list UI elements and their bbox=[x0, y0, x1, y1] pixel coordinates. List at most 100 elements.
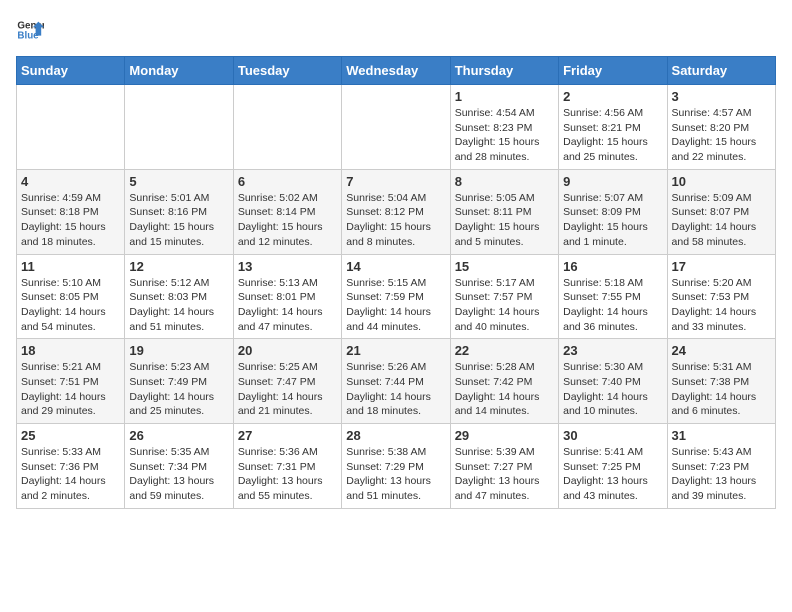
day-info: Sunrise: 5:12 AM Sunset: 8:03 PM Dayligh… bbox=[129, 276, 228, 335]
calendar-cell: 16 Sunrise: 5:18 AM Sunset: 7:55 PM Dayli… bbox=[559, 254, 667, 339]
calendar-cell: 2 Sunrise: 4:56 AM Sunset: 8:21 PM Daylig… bbox=[559, 85, 667, 170]
day-number: 31 bbox=[672, 428, 771, 443]
calendar-cell: 11 Sunrise: 5:10 AM Sunset: 8:05 PM Dayli… bbox=[17, 254, 125, 339]
day-number: 22 bbox=[455, 343, 554, 358]
calendar-cell: 4 Sunrise: 4:59 AM Sunset: 8:18 PM Daylig… bbox=[17, 169, 125, 254]
day-number: 25 bbox=[21, 428, 120, 443]
calendar-cell: 1Sunrise: 4:54 AM Sunset: 8:23 PM Daylig… bbox=[450, 85, 558, 170]
calendar-cell bbox=[233, 85, 341, 170]
day-number: 5 bbox=[129, 174, 228, 189]
day-number: 7 bbox=[346, 174, 445, 189]
day-info: Sunrise: 5:01 AM Sunset: 8:16 PM Dayligh… bbox=[129, 191, 228, 250]
week-row-4: 18Sunrise: 5:21 AM Sunset: 7:51 PM Dayli… bbox=[17, 339, 776, 424]
calendar-cell: 20 Sunrise: 5:25 AM Sunset: 7:47 PM Dayli… bbox=[233, 339, 341, 424]
day-number: 2 bbox=[563, 89, 662, 104]
day-number: 23 bbox=[563, 343, 662, 358]
calendar-cell: 13Sunrise: 5:13 AM Sunset: 8:01 PM Dayli… bbox=[233, 254, 341, 339]
week-row-3: 11 Sunrise: 5:10 AM Sunset: 8:05 PM Dayli… bbox=[17, 254, 776, 339]
day-info: Sunrise: 5:26 AM Sunset: 7:44 PM Dayligh… bbox=[346, 360, 445, 419]
day-info: Sunrise: 5:28 AM Sunset: 7:42 PM Dayligh… bbox=[455, 360, 554, 419]
day-info: Sunrise: 4:59 AM Sunset: 8:18 PM Dayligh… bbox=[21, 191, 120, 250]
week-row-5: 25 Sunrise: 5:33 AM Sunset: 7:36 PM Dayli… bbox=[17, 424, 776, 509]
calendar-cell: 5 Sunrise: 5:01 AM Sunset: 8:16 PM Daylig… bbox=[125, 169, 233, 254]
calendar-cell: 30 Sunrise: 5:41 AM Sunset: 7:25 PM Dayli… bbox=[559, 424, 667, 509]
day-number: 12 bbox=[129, 259, 228, 274]
calendar-cell: 31 Sunrise: 5:43 AM Sunset: 7:23 PM Dayli… bbox=[667, 424, 775, 509]
calendar-cell: 17 Sunrise: 5:20 AM Sunset: 7:53 PM Dayli… bbox=[667, 254, 775, 339]
day-info: Sunrise: 5:41 AM Sunset: 7:25 PM Dayligh… bbox=[563, 445, 662, 504]
day-number: 16 bbox=[563, 259, 662, 274]
calendar-cell: 3 Sunrise: 4:57 AM Sunset: 8:20 PM Daylig… bbox=[667, 85, 775, 170]
day-info: Sunrise: 5:18 AM Sunset: 7:55 PM Dayligh… bbox=[563, 276, 662, 335]
calendar-cell: 22 Sunrise: 5:28 AM Sunset: 7:42 PM Dayli… bbox=[450, 339, 558, 424]
day-info: Sunrise: 5:05 AM Sunset: 8:11 PM Dayligh… bbox=[455, 191, 554, 250]
day-info: Sunrise: 5:20 AM Sunset: 7:53 PM Dayligh… bbox=[672, 276, 771, 335]
day-number: 26 bbox=[129, 428, 228, 443]
day-info: Sunrise: 5:21 AM Sunset: 7:51 PM Dayligh… bbox=[21, 360, 120, 419]
calendar-cell: 6 Sunrise: 5:02 AM Sunset: 8:14 PM Daylig… bbox=[233, 169, 341, 254]
day-info: Sunrise: 4:54 AM Sunset: 8:23 PM Dayligh… bbox=[455, 106, 554, 165]
calendar-header: SundayMondayTuesdayWednesdayThursdayFrid… bbox=[17, 57, 776, 85]
calendar-cell bbox=[17, 85, 125, 170]
day-number: 9 bbox=[563, 174, 662, 189]
day-header-friday: Friday bbox=[559, 57, 667, 85]
day-info: Sunrise: 5:43 AM Sunset: 7:23 PM Dayligh… bbox=[672, 445, 771, 504]
day-header-thursday: Thursday bbox=[450, 57, 558, 85]
calendar-cell: 12 Sunrise: 5:12 AM Sunset: 8:03 PM Dayli… bbox=[125, 254, 233, 339]
logo-icon: General Blue bbox=[16, 16, 44, 44]
day-header-monday: Monday bbox=[125, 57, 233, 85]
day-info: Sunrise: 5:31 AM Sunset: 7:38 PM Dayligh… bbox=[672, 360, 771, 419]
day-info: Sunrise: 5:09 AM Sunset: 8:07 PM Dayligh… bbox=[672, 191, 771, 250]
day-number: 20 bbox=[238, 343, 337, 358]
day-info: Sunrise: 5:17 AM Sunset: 7:57 PM Dayligh… bbox=[455, 276, 554, 335]
day-number: 17 bbox=[672, 259, 771, 274]
day-number: 8 bbox=[455, 174, 554, 189]
calendar-table: SundayMondayTuesdayWednesdayThursdayFrid… bbox=[16, 56, 776, 509]
calendar-cell: 24 Sunrise: 5:31 AM Sunset: 7:38 PM Dayli… bbox=[667, 339, 775, 424]
day-number: 11 bbox=[21, 259, 120, 274]
calendar-cell bbox=[342, 85, 450, 170]
day-info: Sunrise: 5:25 AM Sunset: 7:47 PM Dayligh… bbox=[238, 360, 337, 419]
day-number: 15 bbox=[455, 259, 554, 274]
day-number: 4 bbox=[21, 174, 120, 189]
day-number: 30 bbox=[563, 428, 662, 443]
day-info: Sunrise: 5:33 AM Sunset: 7:36 PM Dayligh… bbox=[21, 445, 120, 504]
day-number: 10 bbox=[672, 174, 771, 189]
day-info: Sunrise: 5:36 AM Sunset: 7:31 PM Dayligh… bbox=[238, 445, 337, 504]
calendar-cell: 8 Sunrise: 5:05 AM Sunset: 8:11 PM Daylig… bbox=[450, 169, 558, 254]
day-number: 24 bbox=[672, 343, 771, 358]
calendar-cell: 21Sunrise: 5:26 AM Sunset: 7:44 PM Dayli… bbox=[342, 339, 450, 424]
day-header-sunday: Sunday bbox=[17, 57, 125, 85]
day-number: 3 bbox=[672, 89, 771, 104]
day-info: Sunrise: 5:07 AM Sunset: 8:09 PM Dayligh… bbox=[563, 191, 662, 250]
header: General Blue bbox=[16, 16, 776, 44]
calendar-cell: 29Sunrise: 5:39 AM Sunset: 7:27 PM Dayli… bbox=[450, 424, 558, 509]
day-header-saturday: Saturday bbox=[667, 57, 775, 85]
calendar-cell: 19Sunrise: 5:23 AM Sunset: 7:49 PM Dayli… bbox=[125, 339, 233, 424]
calendar-cell: 25 Sunrise: 5:33 AM Sunset: 7:36 PM Dayli… bbox=[17, 424, 125, 509]
calendar-cell: 9 Sunrise: 5:07 AM Sunset: 8:09 PM Daylig… bbox=[559, 169, 667, 254]
calendar-cell bbox=[125, 85, 233, 170]
day-info: Sunrise: 5:02 AM Sunset: 8:14 PM Dayligh… bbox=[238, 191, 337, 250]
day-info: Sunrise: 5:13 AM Sunset: 8:01 PM Dayligh… bbox=[238, 276, 337, 335]
day-header-tuesday: Tuesday bbox=[233, 57, 341, 85]
day-number: 27 bbox=[238, 428, 337, 443]
day-header-wednesday: Wednesday bbox=[342, 57, 450, 85]
calendar-cell: 27 Sunrise: 5:36 AM Sunset: 7:31 PM Dayli… bbox=[233, 424, 341, 509]
week-row-2: 4 Sunrise: 4:59 AM Sunset: 8:18 PM Daylig… bbox=[17, 169, 776, 254]
day-info: Sunrise: 5:04 AM Sunset: 8:12 PM Dayligh… bbox=[346, 191, 445, 250]
day-number: 28 bbox=[346, 428, 445, 443]
day-info: Sunrise: 5:10 AM Sunset: 8:05 PM Dayligh… bbox=[21, 276, 120, 335]
calendar-cell: 26 Sunrise: 5:35 AM Sunset: 7:34 PM Dayli… bbox=[125, 424, 233, 509]
day-info: Sunrise: 5:35 AM Sunset: 7:34 PM Dayligh… bbox=[129, 445, 228, 504]
day-info: Sunrise: 4:56 AM Sunset: 8:21 PM Dayligh… bbox=[563, 106, 662, 165]
calendar-cell: 14 Sunrise: 5:15 AM Sunset: 7:59 PM Dayli… bbox=[342, 254, 450, 339]
calendar-cell: 15 Sunrise: 5:17 AM Sunset: 7:57 PM Dayli… bbox=[450, 254, 558, 339]
day-number: 14 bbox=[346, 259, 445, 274]
logo: General Blue bbox=[16, 16, 48, 44]
day-number: 19 bbox=[129, 343, 228, 358]
calendar-cell: 23Sunrise: 5:30 AM Sunset: 7:40 PM Dayli… bbox=[559, 339, 667, 424]
day-info: Sunrise: 4:57 AM Sunset: 8:20 PM Dayligh… bbox=[672, 106, 771, 165]
day-number: 6 bbox=[238, 174, 337, 189]
day-info: Sunrise: 5:15 AM Sunset: 7:59 PM Dayligh… bbox=[346, 276, 445, 335]
